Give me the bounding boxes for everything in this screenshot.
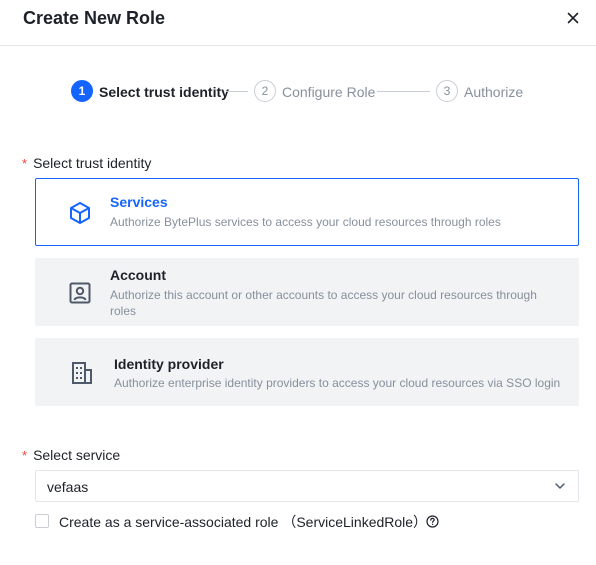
steps-indicator: 1 Select trust identity 2 Configure Role… bbox=[0, 80, 596, 104]
step-1-label: Select trust identity bbox=[99, 84, 229, 100]
option-services[interactable]: Services Authorize BytePlus services to … bbox=[35, 178, 579, 246]
step-connector bbox=[226, 91, 248, 92]
service-select[interactable]: vefaas bbox=[35, 470, 579, 502]
service-field-label: * Select service bbox=[22, 446, 120, 465]
close-icon[interactable] bbox=[565, 10, 581, 26]
step-2-label: Configure Role bbox=[282, 84, 376, 100]
option-description: Authorize enterprise identity providers … bbox=[114, 376, 561, 390]
step-3-label: Authorize bbox=[464, 84, 524, 100]
account-card-icon bbox=[69, 282, 91, 304]
step-connector bbox=[377, 91, 430, 92]
help-icon[interactable] bbox=[426, 515, 439, 528]
option-account[interactable]: Account Authorize this account or other … bbox=[35, 258, 579, 326]
chevron-down-icon bbox=[555, 483, 565, 489]
service-linked-role-checkbox[interactable] bbox=[35, 514, 49, 528]
service-linked-role-label[interactable]: Create as a service-associated role （Ser… bbox=[59, 513, 427, 531]
service-label: Select service bbox=[33, 447, 121, 463]
option-title: Account bbox=[110, 267, 166, 283]
cube-icon bbox=[70, 202, 90, 224]
required-mark: * bbox=[22, 156, 28, 171]
step-3-number: 3 bbox=[436, 80, 458, 102]
option-description: Authorize this account or other accounts… bbox=[110, 288, 537, 318]
modal-header: Create New Role bbox=[0, 0, 596, 46]
building-icon bbox=[72, 362, 92, 384]
trust-identity-label: Select trust identity bbox=[33, 155, 152, 171]
trust-identity-field-label: * Select trust identity bbox=[22, 154, 151, 173]
step-1-number: 1 bbox=[71, 80, 93, 102]
option-title: Identity provider bbox=[114, 356, 224, 372]
step-2-number: 2 bbox=[254, 80, 276, 102]
modal-title: Create New Role bbox=[23, 8, 166, 28]
option-title: Services bbox=[110, 194, 168, 210]
option-identity-provider[interactable]: Identity provider Authorize enterprise i… bbox=[35, 338, 579, 406]
service-select-value: vefaas bbox=[47, 479, 89, 495]
required-mark: * bbox=[22, 448, 28, 463]
option-description: Authorize BytePlus services to access yo… bbox=[110, 215, 501, 229]
